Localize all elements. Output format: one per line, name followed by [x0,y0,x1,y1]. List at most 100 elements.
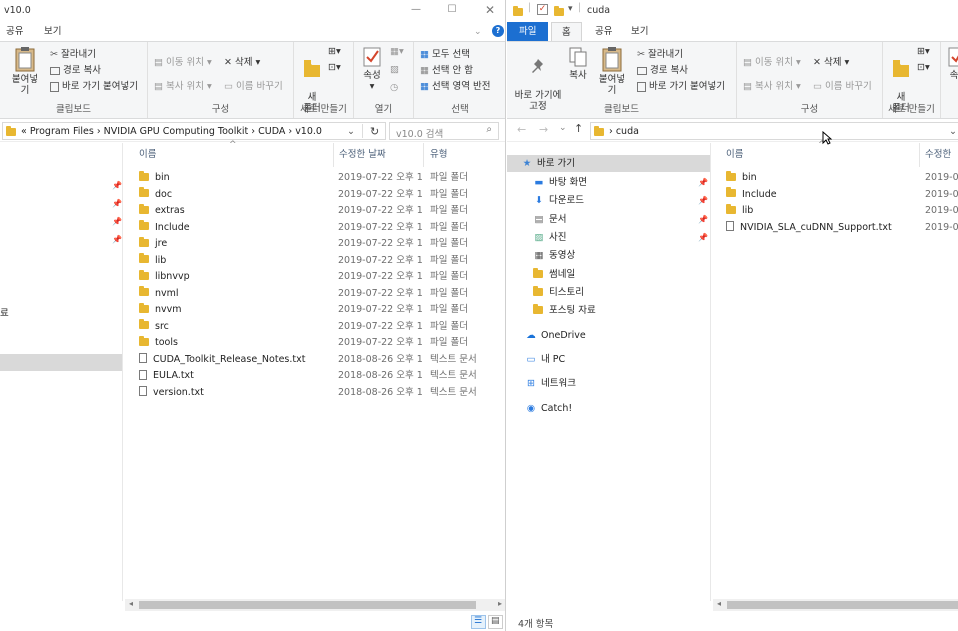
copy-to-button[interactable]: ▤ 복사 위치 ▾ [743,78,801,92]
copy-to-button[interactable]: ▤ 복사 위치 ▾ [154,78,212,92]
copy-button[interactable]: 복사 [565,46,591,81]
expand-ribbon-icon[interactable]: ⌄ [474,27,482,37]
file-row[interactable]: lib 2019-07 [726,203,958,219]
select-all-button[interactable]: ▦ 모두 선택 [420,46,470,60]
scrollbar-thumb[interactable] [139,601,476,609]
paste-shortcut-button[interactable]: 바로 가기 붙여넣기 [50,78,138,92]
right-title-bar[interactable]: | ✓ ▾ | cuda [507,0,958,22]
file-row[interactable]: bin 2019-07 [726,170,958,186]
crumb-program-files[interactable]: Program Files [30,126,94,137]
nav-item-selected[interactable] [0,354,122,371]
nav-item[interactable]: ▤ 문서 📌 [507,211,710,228]
file-row[interactable]: libnvvp 2019-07-22 오후 1... 파일 폴더 [139,269,504,285]
cut-button[interactable]: ✂ 잘라내기 [637,46,683,60]
paste-button[interactable]: 붙여넣기 [8,46,42,96]
copy-path-button[interactable]: 경로 복사 [637,62,688,76]
left-title-bar[interactable]: v10.0 — ☐ ✕ [0,0,505,22]
copy-path-button[interactable]: 경로 복사 [50,62,101,76]
navigation-pane[interactable]: 📌 📌 📌 📌 료 [0,143,123,601]
file-row[interactable]: EULA.txt 2018-08-26 오후 1... 텍스트 문서 [139,368,504,384]
nav-item[interactable]: ★ 바로 가기 [507,155,710,172]
refresh-icon[interactable]: ↻ [370,125,379,138]
file-row[interactable]: lib 2019-07-22 오후 1... 파일 폴더 [139,253,504,269]
easy-access-button[interactable]: ⊡▾ [917,62,930,73]
scrollbar-thumb[interactable] [727,601,958,609]
file-row[interactable]: CUDA_Toolkit_Release_Notes.txt 2018-08-26… [139,352,504,368]
history-button[interactable]: ◷ [390,82,398,93]
back-arrow-icon[interactable]: ← [517,123,526,136]
help-icon[interactable]: ? [492,25,504,37]
tab-share[interactable]: 공유 [585,22,622,41]
nav-item-partial[interactable]: 료 [0,305,122,322]
tab-view[interactable]: 보기 [621,22,658,41]
cut-button[interactable]: ✂ 잘라내기 [50,46,96,60]
paste-shortcut-button[interactable]: 바로 가기 붙여넣기 [637,78,725,92]
file-row[interactable]: bin 2019-07-22 오후 1... 파일 폴더 [139,170,504,186]
delete-button[interactable]: ✕ 삭제 ▾ [224,54,260,68]
quick-new-folder-icon[interactable] [554,6,564,16]
horizontal-scrollbar[interactable]: ◂ [713,599,958,611]
quick-access-toolbar-dropdown-icon[interactable]: ▾ [568,4,573,14]
navigation-pane[interactable]: ★ 바로 가기 ▬ 바탕 화면 📌 ⬇ 다운로드 📌 ▤ 문서 📌 ▨ 사진 📌 ▦ 동영상썸네일 티스토리 포스… [507,143,711,601]
tab-home[interactable]: 홈 [551,22,582,41]
open-button[interactable]: ▦▾ [390,46,404,57]
properties-button[interactable]: 속성 ▾ [360,46,384,92]
nav-item[interactable]: ▦ 동영상 [507,247,710,264]
crumb-cuda[interactable]: cuda [616,126,639,137]
select-none-button[interactable]: ▦ 선택 안 함 [420,62,473,76]
paste-button[interactable]: 붙여넣기 [595,46,629,96]
forward-arrow-icon[interactable]: → [539,123,548,136]
column-header-name[interactable]: 이름 [139,146,156,164]
column-header-date[interactable]: 수정한 날짜 [339,146,386,164]
delete-button[interactable]: ✕ 삭제 ▾ [813,54,849,68]
tab-file[interactable]: 파일 [507,22,549,41]
horizontal-scrollbar[interactable]: ◂ ▸ [125,599,505,611]
nav-item[interactable]: ▨ 사진 📌 [507,229,710,246]
chevron-down-icon[interactable]: ⌄ [347,126,355,137]
file-row[interactable]: jre 2019-07-22 오후 1... 파일 폴더 [139,236,504,252]
scroll-left-icon[interactable]: ◂ [129,599,133,608]
large-icons-view-button[interactable]: ▤ [488,615,503,629]
file-row[interactable]: src 2019-07-22 오후 1... 파일 폴더 [139,319,504,335]
file-row[interactable]: version.txt 2018-08-26 오후 1... 텍스트 문서 [139,385,504,401]
up-arrow-icon[interactable]: ↑ [574,122,583,135]
scroll-left-icon[interactable]: ◂ [717,599,721,608]
nav-item[interactable]: ▭ 내 PC [507,351,710,368]
new-item-button[interactable]: ⊞▾ [328,46,341,57]
nav-item[interactable]: ▬ 바탕 화면 📌 [507,174,710,191]
easy-access-button[interactable]: ⊡▾ [328,62,341,73]
edit-button[interactable]: ▨ [390,64,399,75]
address-bar[interactable]: « Program Files › NVIDIA GPU Computing T… [2,122,386,140]
file-row[interactable]: NVIDIA_SLA_cuDNN_Support.txt 2019-05 [726,220,958,236]
crumb-nvidia-toolkit[interactable]: NVIDIA GPU Computing Toolkit [104,126,249,137]
properties-button[interactable]: 속 [947,46,958,81]
crumb-cuda[interactable]: CUDA [258,126,285,137]
column-header-type[interactable]: 유형 [430,146,447,164]
tab-view[interactable]: 보기 [34,22,71,41]
move-to-button[interactable]: ▤ 이동 위치 ▾ [743,54,801,68]
nav-item[interactable]: ⬇ 다운로드 📌 [507,192,710,209]
column-header-name[interactable]: 이름 [726,146,743,164]
nav-item[interactable]: 포스팅 자료 [507,302,710,319]
invert-selection-button[interactable]: ▦ 선택 영역 반전 [420,78,491,92]
nav-item[interactable]: ◉ Catch! [507,400,710,417]
chevron-down-icon[interactable]: ⌄ [949,126,957,137]
file-row[interactable]: doc 2019-07-22 오후 1... 파일 폴더 [139,187,504,203]
quick-properties-icon[interactable]: ✓ [537,4,548,15]
scroll-right-icon[interactable]: ▸ [498,599,502,608]
address-bar[interactable]: › cuda ⌄ [590,122,958,140]
nav-item[interactable]: 티스토리 [507,284,710,301]
file-row[interactable]: nvvm 2019-07-22 오후 1... 파일 폴더 [139,302,504,318]
minimize-button[interactable]: — [407,2,425,18]
details-view-button[interactable]: ☰ [471,615,486,629]
search-input[interactable]: v10.0 검색 ⌕ [389,122,499,140]
move-to-button[interactable]: ▤ 이동 위치 ▾ [154,54,212,68]
close-button[interactable]: ✕ [481,2,499,18]
recent-locations-icon[interactable]: ⌄ [559,123,567,133]
file-row[interactable]: extras 2019-07-22 오후 1... 파일 폴더 [139,203,504,219]
nav-item[interactable]: ☁ OneDrive [507,327,710,344]
file-row[interactable]: Include 2019-07 [726,187,958,203]
maximize-button[interactable]: ☐ [443,2,461,18]
rename-button[interactable]: ▭ 이름 바꾸기 [224,78,283,92]
nav-item[interactable]: 썸네일 [507,266,710,283]
